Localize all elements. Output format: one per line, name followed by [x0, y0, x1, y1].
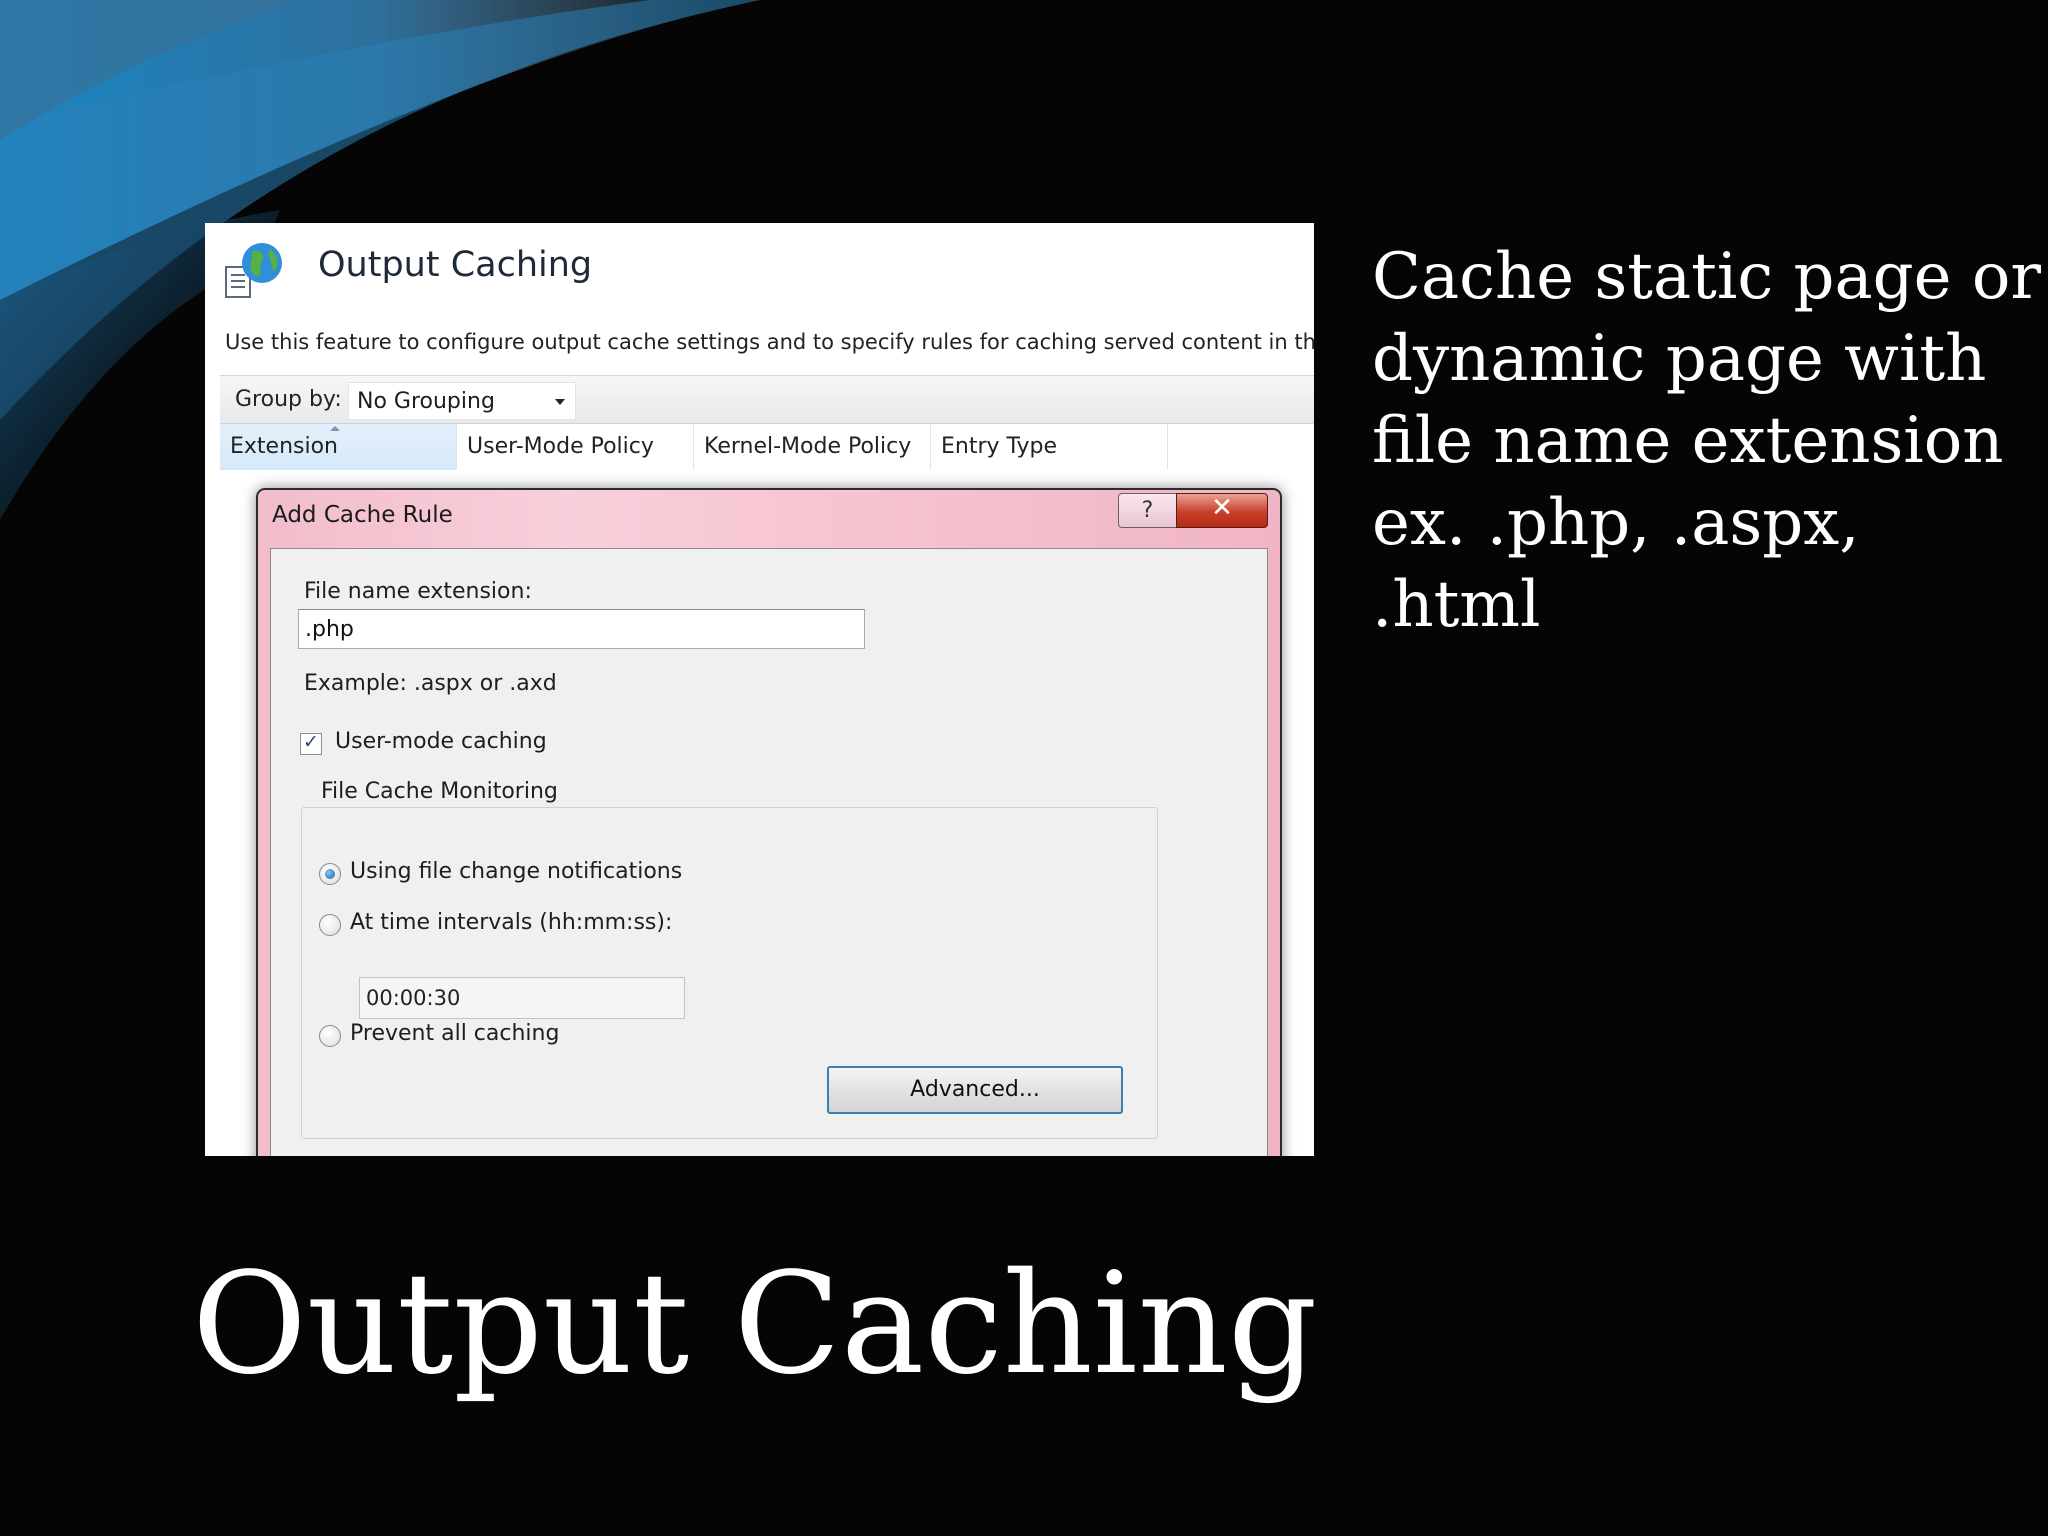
- side-text-line: file name extension: [1372, 404, 2004, 478]
- user-mode-caching-checkbox[interactable]: ✓: [300, 731, 322, 755]
- group-by-label: Group by:: [235, 387, 342, 412]
- user-mode-caching-label: User-mode caching: [335, 729, 547, 754]
- sort-ascending-icon: [330, 426, 340, 431]
- dialog-title: Add Cache Rule: [272, 502, 453, 528]
- time-interval-input[interactable]: [359, 977, 685, 1019]
- close-icon: ✕: [1211, 493, 1233, 523]
- side-text-line: dynamic page with: [1372, 322, 1987, 396]
- slide-side-text: Cache static page or dynamic page with f…: [1372, 236, 2041, 646]
- group-by-toolbar: Group by: No Grouping: [220, 375, 1314, 424]
- help-button[interactable]: ?: [1118, 493, 1177, 528]
- radio-prevent-all-caching[interactable]: [319, 1025, 341, 1047]
- advanced-button[interactable]: Advanced...: [827, 1066, 1123, 1114]
- side-text-line: ex. .php, .aspx,: [1372, 486, 1860, 560]
- file-extension-input[interactable]: [298, 609, 865, 649]
- column-header-kernel-mode-policy[interactable]: Kernel-Mode Policy: [694, 424, 931, 470]
- close-button[interactable]: ✕: [1176, 493, 1268, 528]
- dialog-body: File name extension: Example: .aspx or .…: [270, 548, 1268, 1156]
- side-text-line: .html: [1372, 568, 1541, 642]
- iis-screenshot: Output Caching Use this feature to confi…: [205, 223, 1314, 1156]
- output-caching-globe-icon: [225, 243, 282, 298]
- checkmark-icon: ✓: [303, 731, 319, 753]
- file-extension-label: File name extension:: [304, 579, 532, 604]
- add-cache-rule-dialog: Add Cache Rule ? ✕ File name extension: …: [256, 488, 1282, 1156]
- column-header-label: Extension: [230, 434, 339, 459]
- radio-selected-dot-icon: [325, 869, 335, 879]
- group-by-value: No Grouping: [357, 389, 495, 414]
- column-header-label: Entry Type: [941, 434, 1058, 459]
- radio-file-change-notifications-label: Using file change notifications: [350, 859, 683, 884]
- file-cache-monitoring-legend: File Cache Monitoring: [317, 779, 562, 804]
- column-header-user-mode-policy[interactable]: User-Mode Policy: [457, 424, 694, 470]
- slide-title: Output Caching: [192, 1243, 1318, 1406]
- feature-description: Use this feature to configure output cac…: [225, 330, 1314, 354]
- column-header-extension[interactable]: Extension: [220, 424, 457, 470]
- side-text-line: Cache static page or: [1372, 240, 2041, 314]
- column-header-row: Extension User-Mode Policy Kernel-Mode P…: [220, 423, 1314, 471]
- group-by-select[interactable]: No Grouping: [348, 382, 576, 420]
- radio-time-intervals[interactable]: [319, 914, 341, 936]
- radio-file-change-notifications[interactable]: [319, 863, 341, 885]
- column-header-entry-type[interactable]: Entry Type: [931, 424, 1168, 470]
- column-header-label: User-Mode Policy: [467, 434, 654, 459]
- feature-title: Output Caching: [318, 245, 593, 285]
- example-text: Example: .aspx or .axd: [304, 671, 557, 696]
- radio-time-intervals-label: At time intervals (hh:mm:ss):: [350, 910, 673, 935]
- dropdown-arrow-icon: [555, 399, 565, 405]
- column-header-label: Kernel-Mode Policy: [704, 434, 912, 459]
- help-icon: ?: [1141, 498, 1154, 523]
- radio-prevent-all-caching-label: Prevent all caching: [350, 1021, 560, 1046]
